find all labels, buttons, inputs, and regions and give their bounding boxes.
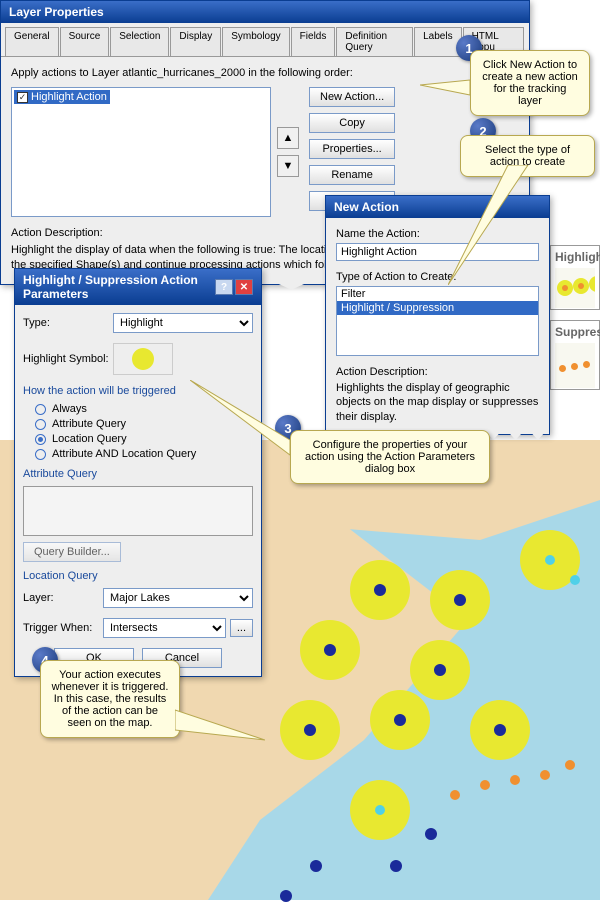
trigger-when-select[interactable]: Intersects (103, 618, 226, 638)
action-type-item-selected[interactable]: Highlight / Suppression (337, 301, 538, 315)
storm-point (480, 780, 490, 790)
storm-point (310, 860, 322, 872)
callout-text: Click New Action to create a new action … (482, 59, 577, 107)
storm-highlight (470, 700, 530, 760)
radio-location-query[interactable] (35, 434, 46, 445)
callout-text: Configure the properties of your action … (305, 439, 475, 475)
suppress-preview-label: Suppress (555, 325, 595, 339)
help-button[interactable]: ? (215, 279, 233, 295)
copy-button[interactable]: Copy (309, 113, 395, 133)
actions-listbox[interactable]: ✓ Highlight Action (11, 87, 271, 217)
attribute-query-textarea[interactable] (23, 486, 253, 536)
callout-tail-1 (420, 70, 480, 100)
location-query-label: Location Query (23, 570, 253, 582)
type-select[interactable]: Highlight (113, 313, 253, 333)
storm-point (450, 790, 460, 800)
radio-label: Attribute AND Location Query (52, 448, 196, 460)
action-parameters-dialog: Highlight / Suppression Action Parameter… (14, 268, 262, 677)
properties-button[interactable]: Properties... (309, 139, 395, 159)
dialog-title: New Action (334, 200, 399, 214)
query-builder-button[interactable]: Query Builder... (23, 542, 121, 562)
callout-text: Your action executes whenever it is trig… (52, 669, 169, 729)
highlight-symbol-label: Highlight Symbol: (23, 353, 113, 365)
tab-fields[interactable]: Fields (291, 27, 336, 56)
trigger-when-label: Trigger When: (23, 622, 103, 634)
storm-highlight (300, 620, 360, 680)
type-label: Type: (23, 317, 113, 329)
radio-attribute-and-location[interactable] (35, 449, 46, 460)
storm-point (540, 770, 550, 780)
tab-selection[interactable]: Selection (110, 27, 169, 56)
storm-highlight (370, 690, 430, 750)
storm-highlight (350, 560, 410, 620)
layer-properties-titlebar[interactable]: Layer Properties (1, 1, 529, 23)
tab-source[interactable]: Source (60, 27, 110, 56)
close-button[interactable]: ✕ (235, 279, 253, 295)
dialog-title: Highlight / Suppression Action Parameter… (23, 273, 215, 301)
tab-general[interactable]: General (5, 27, 59, 56)
layer-label: Layer: (23, 592, 103, 604)
new-action-button[interactable]: New Action... (309, 87, 395, 107)
action-description-label: Action Description: (336, 366, 539, 378)
storm-highlight (350, 780, 410, 840)
storm-point (425, 828, 437, 840)
attribute-query-label: Attribute Query (23, 468, 253, 480)
callout-tail-3 (190, 380, 300, 460)
action-params-titlebar[interactable]: Highlight / Suppression Action Parameter… (15, 269, 261, 305)
callout-tail-4 (175, 700, 265, 750)
tab-display[interactable]: Display (170, 27, 221, 56)
move-down-button[interactable]: ▼ (277, 155, 299, 177)
rename-button[interactable]: Rename (309, 165, 395, 185)
action-type-item[interactable]: Filter (337, 287, 538, 301)
symbol-swatch[interactable] (113, 343, 173, 375)
storm-highlight (430, 570, 490, 630)
radio-label: Location Query (52, 433, 127, 445)
storm-point (390, 860, 402, 872)
highlight-preview: Highlight (550, 245, 600, 310)
callout-4: Your action executes whenever it is trig… (40, 660, 180, 738)
action-checkbox[interactable]: ✓ (17, 92, 28, 103)
radio-label: Attribute Query (52, 418, 126, 430)
storm-point (565, 760, 575, 770)
ellipsis-button[interactable]: ... (230, 619, 253, 637)
storm-point (510, 775, 520, 785)
action-list-item[interactable]: ✓ Highlight Action (14, 90, 110, 104)
dialog-title: Layer Properties (9, 5, 104, 19)
circle-icon (132, 348, 154, 370)
highlight-preview-label: Highlight (555, 250, 595, 264)
tab-symbology[interactable]: Symbology (222, 27, 289, 56)
storm-highlight (280, 700, 340, 760)
action-item-label: Highlight Action (31, 91, 107, 103)
tab-definition-query[interactable]: Definition Query (336, 27, 413, 56)
storm-point (280, 890, 292, 902)
callout-tail-2 (448, 165, 548, 285)
tab-labels[interactable]: Labels (414, 27, 461, 56)
radio-label: Always (52, 403, 87, 415)
action-type-list[interactable]: Filter Highlight / Suppression (336, 286, 539, 356)
radio-attribute-query[interactable] (35, 419, 46, 430)
callout-1: Click New Action to create a new action … (470, 50, 590, 116)
tabs-strip: General Source Selection Display Symbolo… (1, 23, 529, 57)
move-up-button[interactable]: ▲ (277, 127, 299, 149)
storm-highlight (410, 640, 470, 700)
callout-3: Configure the properties of your action … (290, 430, 490, 484)
action-description-text: Highlights the display of geographic obj… (336, 381, 539, 424)
storm-point (570, 575, 580, 585)
layer-select[interactable]: Major Lakes (103, 588, 253, 608)
radio-always[interactable] (35, 404, 46, 415)
suppress-preview: Suppress (550, 320, 600, 390)
